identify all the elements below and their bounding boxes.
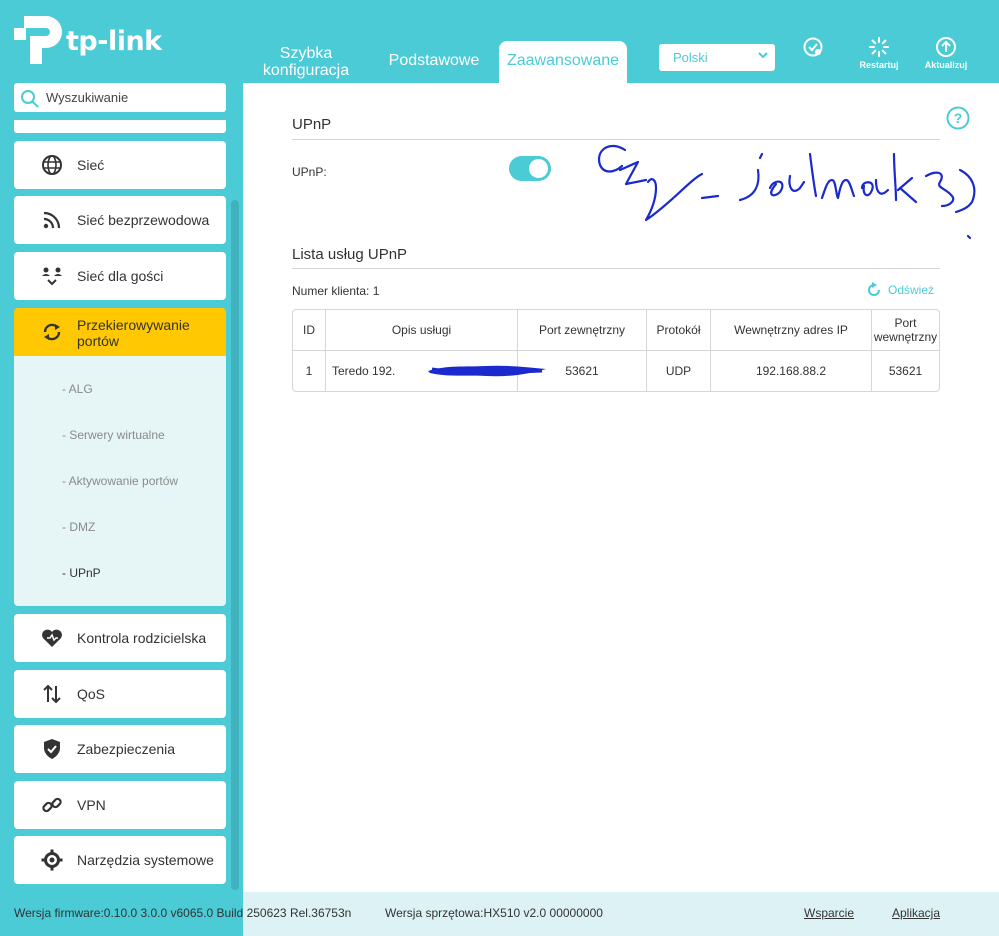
submenu-item-virtual-servers[interactable]: - Serwery wirtualne bbox=[62, 428, 165, 442]
wireless-icon bbox=[43, 211, 61, 229]
sidebar-item-parental-control[interactable]: Kontrola rodzicielska bbox=[14, 614, 226, 662]
guest-network-icon bbox=[42, 267, 62, 286]
table-row: 1 Teredo 192. 53621 UDP 192.168.88.2 536… bbox=[293, 351, 939, 391]
qos-icon bbox=[43, 684, 61, 704]
parental-control-icon bbox=[42, 629, 62, 647]
chevron-down-icon bbox=[758, 52, 768, 59]
client-count: Numer klienta: 1 bbox=[292, 284, 379, 298]
client-count-value: 1 bbox=[372, 284, 380, 298]
sidebar-item-partial bbox=[14, 120, 226, 133]
submenu-item-alg[interactable]: - ALG bbox=[62, 382, 93, 396]
sidebar-item-system-tools[interactable]: Narzędzia systemowe bbox=[14, 836, 226, 884]
sidebar-item-label: Narzędzia systemowe bbox=[77, 852, 214, 868]
restart-label: Restartuj bbox=[859, 60, 899, 70]
sidebar-item-label: Zabezpieczenia bbox=[77, 741, 176, 757]
port-forwarding-icon bbox=[43, 323, 61, 341]
sidebar-item-label: QoS bbox=[77, 686, 106, 702]
footer-panel-bg bbox=[243, 892, 999, 936]
language-value: Polski bbox=[673, 50, 708, 65]
brand-name: tp-link bbox=[66, 26, 162, 57]
cell-internal-ip: 192.168.88.2 bbox=[711, 351, 872, 391]
sidebar-item-port-forwarding[interactable]: Przekierowywanie portów bbox=[14, 308, 226, 356]
column-header-protocol: Protokół bbox=[647, 310, 711, 351]
column-header-internal-ip: Wewnętrzny adres IP bbox=[711, 310, 872, 351]
language-select[interactable]: Polski bbox=[659, 44, 775, 71]
cell-id: 1 bbox=[293, 351, 326, 391]
refresh-icon bbox=[868, 282, 880, 296]
tab-quick-setup[interactable]: Szybka konfiguracja bbox=[252, 45, 360, 79]
sidebar-item-vpn[interactable]: VPN bbox=[14, 781, 226, 829]
table-header-row: ID Opis usługi Port zewnętrzny Protokół … bbox=[293, 310, 939, 351]
firmware-version: Wersja firmware:0.10.0 3.0.0 v6065.0 Bui… bbox=[14, 906, 352, 920]
refresh-button[interactable]: Odśwież bbox=[866, 282, 934, 297]
cell-external-port: 53621 bbox=[518, 351, 647, 391]
tab-quick-setup-line2: konfiguracja bbox=[262, 62, 350, 79]
search-icon bbox=[21, 90, 39, 108]
upnp-toggle-label: UPnP: bbox=[292, 165, 327, 179]
sidebar-item-label: Sieć bezprzewodowa bbox=[77, 212, 210, 228]
column-header-external-port: Port zewnętrzny bbox=[518, 310, 647, 351]
cell-description-text: Teredo 192. bbox=[332, 364, 396, 378]
sidebar-item-label: Sieć bbox=[77, 157, 105, 173]
toggle-knob bbox=[529, 159, 548, 178]
sidebar-item-network[interactable]: Sieć bbox=[14, 141, 226, 189]
handwritten-scribble bbox=[597, 144, 976, 240]
cell-internal-port: 53621 bbox=[888, 364, 923, 378]
section-title-upnp: UPnP bbox=[292, 116, 332, 133]
update-label: Aktualizuj bbox=[924, 60, 968, 70]
tab-basic[interactable]: Podstawowe bbox=[382, 52, 486, 69]
column-header-description: Opis usługi bbox=[326, 310, 518, 351]
support-link[interactable]: Wsparcie bbox=[804, 906, 854, 920]
client-count-label: Numer klienta: bbox=[292, 284, 370, 298]
help-icon[interactable]: ? bbox=[946, 106, 970, 130]
vpn-icon bbox=[42, 797, 62, 813]
upload-icon bbox=[936, 37, 956, 57]
cell-description: Teredo 192. bbox=[326, 351, 546, 391]
sidebar-scrollbar[interactable] bbox=[231, 200, 239, 890]
column-header-internal-port: Port wewnętrzny bbox=[872, 310, 939, 351]
sidebar-item-guest-network[interactable]: Sieć dla gości bbox=[14, 252, 226, 300]
submenu-item-upnp[interactable]: - UPnP bbox=[62, 566, 101, 580]
tab-advanced[interactable]: Zaawansowane bbox=[499, 41, 627, 83]
submenu-item-port-triggering[interactable]: - Aktywowanie portów bbox=[62, 474, 178, 488]
sidebar-item-label: Sieć dla gości bbox=[77, 268, 164, 284]
upnp-services-table: ID Opis usługi Port zewnętrzny Protokół … bbox=[292, 309, 940, 392]
globe-icon bbox=[42, 155, 62, 175]
cloud-update-icon bbox=[803, 37, 823, 57]
update-button[interactable]: Aktualizuj bbox=[916, 36, 976, 70]
restart-button[interactable]: Restartuj bbox=[849, 36, 909, 70]
submenu-item-dmz[interactable]: - DMZ bbox=[62, 520, 95, 534]
sidebar-item-label: Kontrola rodzicielska bbox=[77, 630, 207, 646]
upnp-toggle[interactable] bbox=[509, 156, 551, 181]
cloud-update-button[interactable] bbox=[783, 36, 843, 60]
sidebar-item-label: VPN bbox=[77, 797, 106, 813]
sidebar-item-wireless[interactable]: Sieć bezprzewodowa bbox=[14, 196, 226, 244]
search-input[interactable] bbox=[46, 87, 216, 107]
search-box[interactable] bbox=[14, 83, 226, 112]
svg-text:?: ? bbox=[954, 110, 963, 126]
app-link[interactable]: Aplikacja bbox=[892, 906, 940, 920]
tab-quick-setup-line1: Szybka bbox=[279, 45, 333, 62]
shield-icon bbox=[44, 739, 60, 759]
restart-icon bbox=[869, 37, 889, 57]
hardware-version: Wersja sprzętowa:HX510 v2.0 00000000 bbox=[385, 906, 603, 920]
gear-icon bbox=[41, 849, 63, 871]
sidebar-item-security[interactable]: Zabezpieczenia bbox=[14, 725, 226, 773]
divider bbox=[292, 268, 940, 269]
sidebar-item-label: Przekierowywanie portów bbox=[77, 317, 190, 349]
sidebar-item-qos[interactable]: QoS bbox=[14, 670, 226, 718]
tp-link-logo-mark-icon bbox=[14, 16, 62, 64]
section-title-upnp-list: Lista usług UPnP bbox=[292, 246, 408, 263]
column-header-id: ID bbox=[293, 310, 326, 351]
cell-protocol: UDP bbox=[647, 351, 711, 391]
